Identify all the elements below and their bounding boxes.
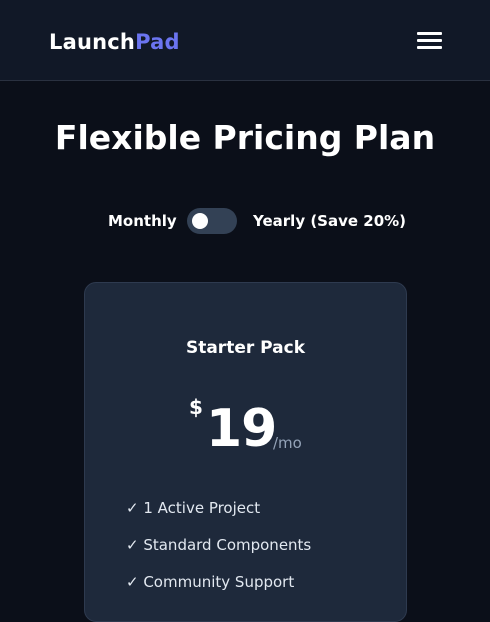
billing-toggle-row: Monthly Yearly (Save 20%)	[0, 206, 490, 236]
plan-name: Starter Pack	[185, 338, 306, 358]
billing-period-toggle[interactable]	[187, 208, 237, 234]
hamburger-menu-icon[interactable]	[412, 26, 446, 56]
brand-name-part2: Pad	[135, 30, 180, 54]
top-navbar: LaunchPad	[0, 0, 490, 81]
menu-bar-line	[417, 46, 442, 49]
brand-logo[interactable]: LaunchPad	[49, 29, 180, 55]
toggle-knob	[192, 213, 208, 229]
pricing-card-starter: Starter Pack $ 19 /mo ✓ 1 Active Project…	[84, 282, 407, 622]
menu-bar-line	[417, 32, 442, 35]
menu-bar-line	[417, 39, 442, 42]
price-currency: $	[189, 395, 203, 419]
feature-item: ✓ Standard Components	[126, 536, 312, 554]
feature-item: ✓ Community Support	[126, 573, 295, 591]
yearly-label[interactable]: Yearly (Save 20%)	[253, 212, 406, 230]
price-amount: 19	[206, 399, 277, 459]
feature-item: ✓ 1 Active Project	[126, 499, 261, 517]
brand-name-part1: Launch	[49, 30, 136, 54]
monthly-label[interactable]: Monthly	[108, 212, 177, 230]
page-title: Flexible Pricing Plan	[54, 118, 436, 157]
feature-list: ✓ 1 Active Project ✓ Standard Components…	[126, 498, 311, 609]
price-period: /mo	[273, 434, 302, 452]
